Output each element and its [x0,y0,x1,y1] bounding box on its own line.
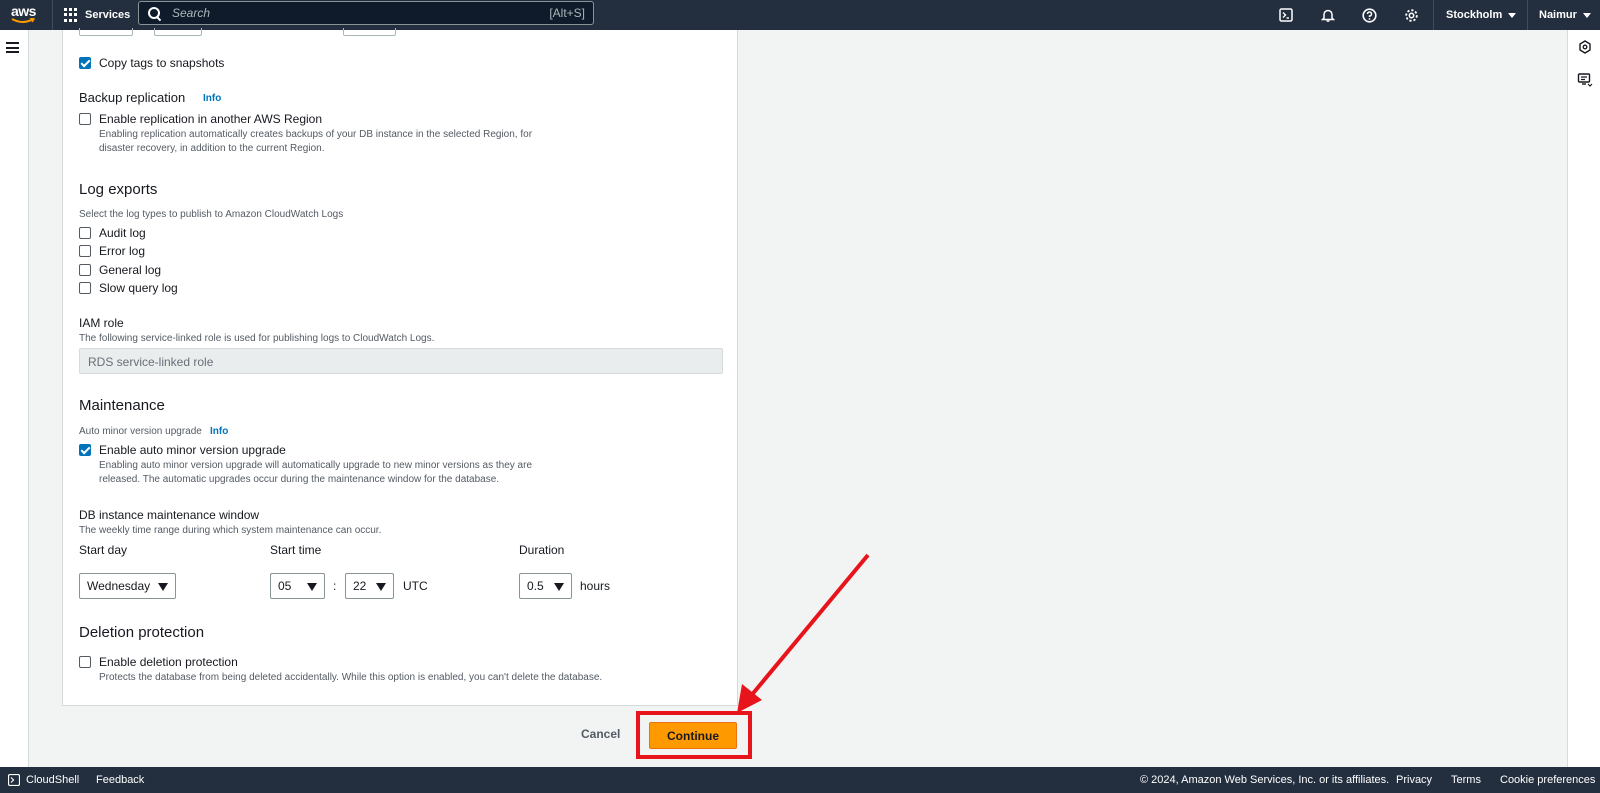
cloudshell-icon[interactable] [1276,5,1296,25]
timezone-label: UTC [403,579,428,593]
field-stub [343,28,396,36]
hamburger-menu-icon[interactable] [6,42,19,53]
grid-icon [64,8,78,22]
backup-replication-info-link[interactable]: Info [203,93,221,104]
search-shortcut-hint: [Alt+S] [549,6,585,20]
general-log-label: General log [99,263,162,277]
continue-button[interactable]: Continue [649,722,737,749]
feedback-screen-icon[interactable] [1577,72,1593,88]
dropdown-arrow-icon [376,583,386,591]
search-bar: [Alt+S] [138,1,594,25]
top-navigation-bar: aws Services [Alt+S] Stockholm Naimur [0,0,1600,30]
nav-divider [52,0,53,30]
deletion-protection-checkbox[interactable] [79,656,91,668]
cloudshell-footer-button[interactable]: CloudShell [8,774,79,786]
slow-query-log-checkbox[interactable] [79,282,91,294]
services-label: Services [85,9,131,21]
left-side-rail [0,30,29,767]
audit-log-label: Audit log [99,226,146,240]
start-minute-value: 22 [353,579,367,593]
copyright-text: © 2024, Amazon Web Services, Inc. or its… [1140,774,1390,786]
cloudshell-label: CloudShell [26,774,80,786]
deletion-protection-title: Deletion protection [79,624,205,641]
start-minute-select[interactable]: 22 [345,573,394,599]
iam-role-readonly-field: RDS service-linked role [79,348,723,374]
feedback-link[interactable]: Feedback [96,774,144,786]
enable-replication-checkbox[interactable] [79,113,91,125]
iam-role-title: IAM role [79,316,124,330]
footer-bar: CloudShell Feedback © 2024, Amazon Web S… [0,767,1600,793]
dropdown-arrow-icon [158,583,168,591]
duration-select[interactable]: 0.5 [519,573,572,599]
general-log-checkbox[interactable] [79,264,91,276]
enable-replication-label: Enable replication in another AWS Region [99,112,323,126]
deletion-protection-description: Protects the database from being deleted… [99,672,603,683]
cookie-preferences-link[interactable]: Cookie preferences [1500,774,1595,786]
duration-label: Duration [519,543,565,557]
user-label: Naimur [1539,9,1577,21]
maintenance-window-title: DB instance maintenance window [79,508,260,522]
log-exports-title: Log exports [79,181,158,198]
caret-down-icon [1582,12,1591,18]
maintenance-window-subtitle: The weekly time range during which syste… [79,525,382,536]
aws-logo-text: aws [11,3,36,19]
field-stub [79,28,133,36]
auto-minor-upgrade-label: Enable auto minor version upgrade [99,443,286,457]
auto-minor-upgrade-checkbox[interactable] [79,444,91,456]
audit-log-checkbox[interactable] [79,227,91,239]
hexagon-info-icon[interactable] [1577,39,1593,55]
start-hour-select[interactable]: 05 [270,573,325,599]
cancel-button[interactable]: Cancel [581,727,620,741]
start-day-value: Wednesday [87,579,151,593]
copy-tags-label: Copy tags to snapshots [99,56,225,70]
privacy-link[interactable]: Privacy [1396,774,1432,786]
log-exports-subtitle: Select the log types to publish to Amazo… [79,209,344,220]
field-stub [154,28,202,36]
aws-logo[interactable]: aws [9,3,39,26]
backup-replication-title: Backup replication [79,90,186,105]
time-separator: : [333,579,337,593]
search-icon [148,7,160,19]
iam-role-subtitle: The following service-linked role is use… [79,333,435,344]
additional-configuration-panel: Copy tags to snapshots Backup replicatio… [62,28,738,706]
start-day-select[interactable]: Wednesday [79,573,176,599]
error-log-checkbox[interactable] [79,245,91,257]
region-label: Stockholm [1446,9,1503,21]
auto-minor-version-label: Auto minor version upgrade [79,426,202,437]
start-time-label: Start time [270,543,322,557]
deletion-protection-label: Enable deletion protection [99,655,238,669]
settings-gear-icon[interactable] [1401,5,1421,25]
duration-unit-label: hours [580,579,611,593]
nav-divider [1527,0,1528,30]
dropdown-arrow-icon [554,583,564,591]
notifications-bell-icon[interactable] [1318,5,1338,25]
start-day-label: Start day [79,543,128,557]
terms-link[interactable]: Terms [1451,774,1481,786]
services-menu-button[interactable]: Services [64,0,130,30]
region-selector[interactable]: Stockholm [1446,0,1517,30]
right-side-rail [1567,30,1600,767]
auto-minor-info-link[interactable]: Info [210,426,228,437]
cloudshell-icon [8,774,20,786]
slow-query-log-label: Slow query log [99,281,178,295]
start-hour-value: 05 [278,579,292,593]
error-log-label: Error log [99,244,146,258]
copy-tags-checkbox[interactable] [79,57,91,69]
nav-divider [1433,0,1434,30]
dropdown-arrow-icon [307,583,317,591]
search-input[interactable] [172,6,532,20]
maintenance-title: Maintenance [79,397,165,414]
account-menu[interactable]: Naimur [1539,0,1591,30]
auto-minor-upgrade-description: Enabling auto minor version upgrade will… [99,460,533,485]
enable-replication-description: Enabling replication automatically creat… [99,129,533,154]
help-icon[interactable] [1359,5,1379,25]
aws-smile-icon [11,18,35,23]
duration-value: 0.5 [527,579,544,593]
caret-down-icon [1508,12,1517,18]
